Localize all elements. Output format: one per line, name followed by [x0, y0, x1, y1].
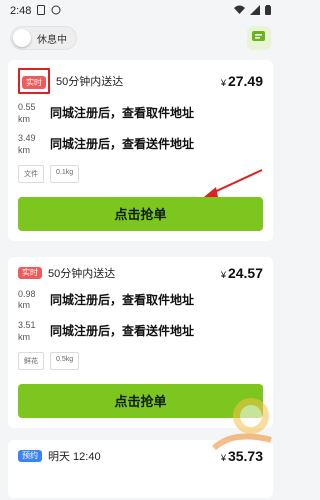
delivery-distance: 3.49 km [18, 133, 36, 156]
pickup-row: 0.98 km 同城注册后，查看取件地址 [18, 289, 263, 312]
order-type-badge: 预约 [18, 449, 42, 462]
pickup-address: 同城注册后，查看取件地址 [50, 292, 195, 307]
pickup-address: 同城注册后，查看取件地址 [50, 106, 195, 120]
tag-weight: 0.5kg [50, 351, 80, 370]
order-price: ¥24.57 [221, 265, 263, 281]
grab-order-button[interactable]: 点击抢单 [18, 196, 263, 231]
order-type-badge: 实时 [18, 266, 42, 279]
status-bar: 2:48 [0, 0, 281, 22]
pickup-distance: 0.55 km [18, 102, 36, 124]
delivery-time-label: 明天 12:40 [48, 450, 101, 463]
highlight-box: 实时 [18, 68, 50, 94]
sim-icon [37, 4, 46, 18]
tag-item-type: 鲜花 [18, 351, 44, 370]
delivery-row: 3.49 km 同城注册后，查看送件地址 [18, 133, 263, 156]
order-type-badge: 实时 [22, 76, 46, 89]
header: 休息中 [0, 22, 281, 54]
tag-item-type: 文件 [18, 164, 44, 183]
toggle-label: 休息中 [37, 34, 67, 46]
order-tags: 鲜花 0.5kg [18, 351, 263, 370]
order-card-head-left: 预约 明天 12:40 [18, 448, 101, 464]
ticket-button[interactable] [247, 26, 271, 50]
status-right [234, 4, 271, 18]
order-price: ¥27.49 [221, 73, 263, 89]
order-route: 0.55 km 同城注册后，查看取件地址 3.49 km 同城注册后，查看送件地… [18, 102, 263, 157]
tag-weight: 0.1kg [50, 164, 80, 183]
currency-symbol: ¥ [220, 269, 226, 280]
order-card-head: 实时 50分钟内送达 ¥27.49 [18, 68, 263, 94]
order-card-head-left: 实时 50分钟内送达 [18, 265, 115, 281]
price-value: 24.57 [227, 264, 263, 281]
currency-symbol: ¥ [220, 78, 226, 88]
pickup-distance: 0.98 km [18, 288, 36, 311]
status-left: 2:48 [10, 4, 61, 18]
toggle-knob [13, 29, 31, 47]
ticket-icon [251, 29, 267, 48]
rest-toggle[interactable]: 休息中 [10, 26, 77, 50]
annotation-arrow-icon [204, 169, 263, 197]
pickup-row: 0.55 km 同城注册后，查看取件地址 [18, 102, 263, 125]
order-card: 实时 50分钟内送达 ¥27.49 0.55 km 同城注册后，查看取件地址 3… [8, 60, 273, 241]
delivery-distance: 3.51 km [18, 320, 36, 342]
delivery-time-label: 50分钟内送达 [48, 267, 116, 280]
order-card-head: 实时 50分钟内送达 ¥24.57 [18, 265, 263, 281]
signal-icon [250, 4, 260, 18]
price-value: 27.49 [227, 73, 263, 89]
watermark-logo-icon [211, 398, 272, 451]
battery-icon [265, 4, 271, 18]
order-route: 0.98 km 同城注册后，查看取件地址 3.51 km 同城注册后，查看送件地… [18, 289, 263, 344]
wifi-icon [234, 5, 245, 17]
battery-saver-icon [51, 5, 61, 18]
delivery-address: 同城注册后，查看送件地址 [50, 324, 195, 339]
delivery-address: 同城注册后，查看送件地址 [50, 137, 195, 152]
delivery-row: 3.51 km 同城注册后，查看送件地址 [18, 320, 263, 343]
status-time: 2:48 [10, 5, 32, 17]
delivery-time-label: 50分钟内送达 [56, 76, 124, 88]
order-card-head-left: 实时 50分钟内送达 [18, 68, 123, 94]
